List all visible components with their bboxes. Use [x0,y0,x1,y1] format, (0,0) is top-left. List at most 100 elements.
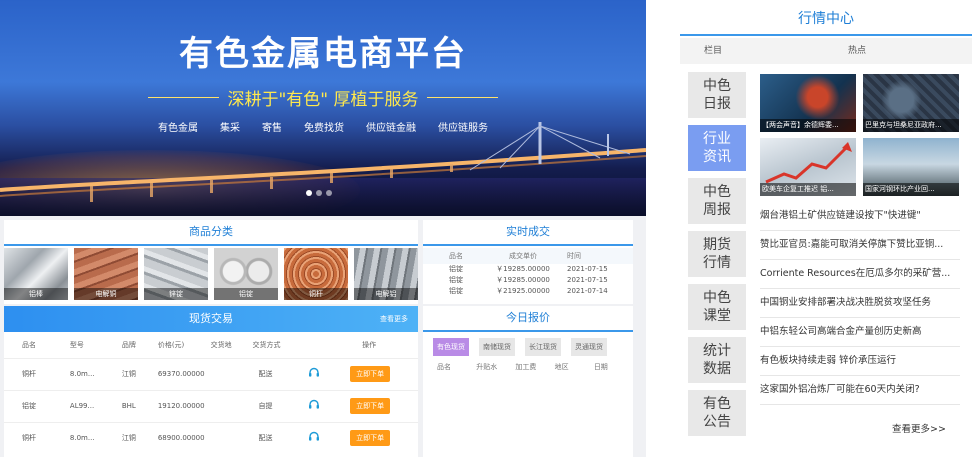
category-label: 铝棒 [4,288,68,300]
banner-subtitle: 深耕于"有色" 厚植于服务 [227,89,419,110]
carousel-dot[interactable] [306,190,312,196]
spot-brand: BHL [103,389,140,422]
order-now-button[interactable]: 立即下单 [350,398,391,414]
quote-columns: 品名 升贴水 加工费 地区 日期 [423,356,633,372]
spot-model: AL99... [51,389,104,422]
tab-changjiang-spot[interactable]: 长江现货 [525,338,561,356]
col-header: 升贴水 [476,363,498,371]
customer-service-icon[interactable] [308,431,320,443]
spot-price: 68900.00000 [139,421,205,454]
spot-brand: 江铜 [103,421,140,454]
category-aluminum-rod[interactable]: 铝棒 [4,248,68,300]
tab-nanchu-spot[interactable]: 南储现货 [479,338,515,356]
news-item[interactable]: Corriente Resources在厄瓜多尔的采矿营... [760,260,960,289]
banner-nav-item[interactable]: 供应链金融 [366,119,416,134]
banner-nav-item[interactable]: 供应链服务 [438,119,488,134]
action-cell: 立即下单 [350,389,418,422]
tab-lingtong-spot[interactable]: 灵通现货 [571,338,607,356]
hot-thumb[interactable]: 巴里克与坦桑尼亚政府... [863,74,959,132]
spot-more-link[interactable]: 查看更多 [380,306,408,332]
category-label: 铝锭 [214,288,278,300]
view-more-link[interactable]: 查看更多>> [892,421,946,435]
table-row: 铝锭 ￥19285.00000 2021-07-15 [423,275,633,286]
col-header: 日期 [593,363,608,371]
news-item[interactable]: 有色板块持续走弱 锌价承压运行 [760,347,960,376]
deal-price: ￥19285.00000 [496,265,550,273]
product-categories: 商品分类 铝棒 电解铜 锌锭 铝锭 铜杆 电解铝 [4,220,418,304]
market-category-weekly[interactable]: 中色周报 [688,178,746,224]
spot-price: 19120.00000 [139,389,205,422]
deal-time: 2021-07-14 [567,287,608,295]
market-category-list: 中色日报 行业资讯 中色周报 期货行情 中色课堂 统计数据 有色公告 [688,72,746,443]
deal-price: ￥21925.00000 [496,287,550,295]
order-now-button[interactable]: 立即下单 [350,430,391,447]
realtime-rows: 铝锭 ￥19285.00000 2021-07-15 铝锭 ￥19285.000… [423,264,633,300]
banner-nav-item[interactable]: 集采 [220,119,240,134]
market-category-statistics[interactable]: 统计数据 [688,337,746,383]
hot-thumb[interactable]: 欧美车企复工推迟 铝... [760,138,856,196]
category-electrolytic-aluminum[interactable]: 电解铝 [354,248,418,300]
hot-label: 热点 [848,46,867,56]
hero-banner[interactable]: 有色金属电商平台 深耕于"有色" 厚植于服务 有色金属 集采 寄售 免费找货 供… [0,0,646,216]
category-label: 锌锭 [144,288,208,300]
market-category-announcements[interactable]: 有色公告 [688,390,746,436]
left-region: 有色金属电商平台 深耕于"有色" 厚植于服务 有色金属 集采 寄售 免费找货 供… [0,0,646,457]
realtime-deals: 实时成交 品名 成交单价 时间 铝锭 ￥19285.00000 2021-07-… [423,220,633,304]
thumb-caption: 欧美车企复工推迟 铝... [760,183,856,196]
spot-table: 品名 型号 品牌 价格(元) 交货地 交货方式 操作 铜杆 8.0m... 江铜… [4,332,418,454]
realtime-title: 实时成交 [423,220,633,246]
market-category-classroom[interactable]: 中色课堂 [688,284,746,330]
category-copper-cathode[interactable]: 电解铜 [74,248,138,300]
hot-thumb[interactable]: 国家河钢环比产业回... [863,138,959,196]
column-label: 栏目 [704,46,723,56]
category-zinc-ingot[interactable]: 锌锭 [144,248,208,300]
market-center: 行情中心 栏目 热点 中色日报 行业资讯 中色周报 期货行情 中色课堂 统计数据… [680,0,972,457]
carousel-dot[interactable] [316,190,322,196]
spot-method: 配送 [252,357,309,390]
col-header: 加工费 [515,363,537,371]
col-header: 品名 [437,363,451,371]
banner-nav-item[interactable]: 有色金属 [158,119,198,134]
hot-thumb[interactable]: 【两会声音】余德辉委... [760,74,856,132]
tab-nonferrous-spot[interactable]: 有色现货 [433,338,469,356]
news-item[interactable]: 中国铜业安排部署决战决胜脱贫攻坚任务 [760,289,960,318]
action-cell: 立即下单 [350,357,418,390]
category-label: 铜杆 [284,288,348,300]
category-label: 电解铜 [74,288,138,300]
category-copper-rod[interactable]: 铜杆 [284,248,348,300]
news-item[interactable]: 这家国外铝冶炼厂可能在60天内关闭? [760,376,960,405]
banner-title: 有色金属电商平台 [179,34,467,74]
news-item[interactable]: 中铝东轻公司高端合金产量创历史新高 [760,318,960,347]
quote-title: 今日报价 [423,306,633,332]
market-category-daily[interactable]: 中色日报 [688,72,746,118]
market-category-futures[interactable]: 期货行情 [688,231,746,277]
customer-service-icon[interactable] [308,399,320,411]
col-header: 品名 [449,252,463,260]
spot-name: 铝锭 [4,389,52,422]
col-header: 价格(元) [157,340,185,349]
carousel-dot[interactable] [326,190,332,196]
col-header: 品名 [22,340,36,349]
spot-brand: 江铜 [103,357,140,390]
news-item[interactable]: 赞比亚官员:嘉能可取消关停旗下赞比亚铜... [760,231,960,260]
table-row: 铜杆 8.0m... 江铜 69370.00000 配送 立即下单 [4,357,418,390]
category-aluminum-ingot[interactable]: 铝锭 [214,248,278,300]
deal-time: 2021-07-15 [567,276,608,284]
order-now-button[interactable]: 立即下单 [350,366,391,382]
market-subhead: 栏目 热点 [680,38,972,64]
news-item[interactable]: 烟台港铝土矿供应链建设按下"快进键" [760,202,960,231]
thumb-caption: 【两会声音】余德辉委... [760,119,856,132]
spot-method: 配送 [252,421,309,454]
customer-service-icon[interactable] [308,367,320,379]
col-header: 操作 [362,340,377,349]
deal-time: 2021-07-15 [567,265,608,273]
spot-title: 现货交易 [189,312,233,325]
banner-nav-item[interactable]: 免费找货 [304,119,344,134]
banner-nav: 有色金属 集采 寄售 免费找货 供应链金融 供应链服务 [0,119,646,134]
deal-name: 铝锭 [449,265,463,273]
spot-place [204,389,253,422]
categories-title: 商品分类 [4,220,418,246]
market-category-industry-news[interactable]: 行业资讯 [688,125,746,171]
banner-nav-item[interactable]: 寄售 [262,119,282,134]
table-row: 铜杆 8.0m... 江铜 68900.00000 配送 立即下单 [4,421,418,454]
